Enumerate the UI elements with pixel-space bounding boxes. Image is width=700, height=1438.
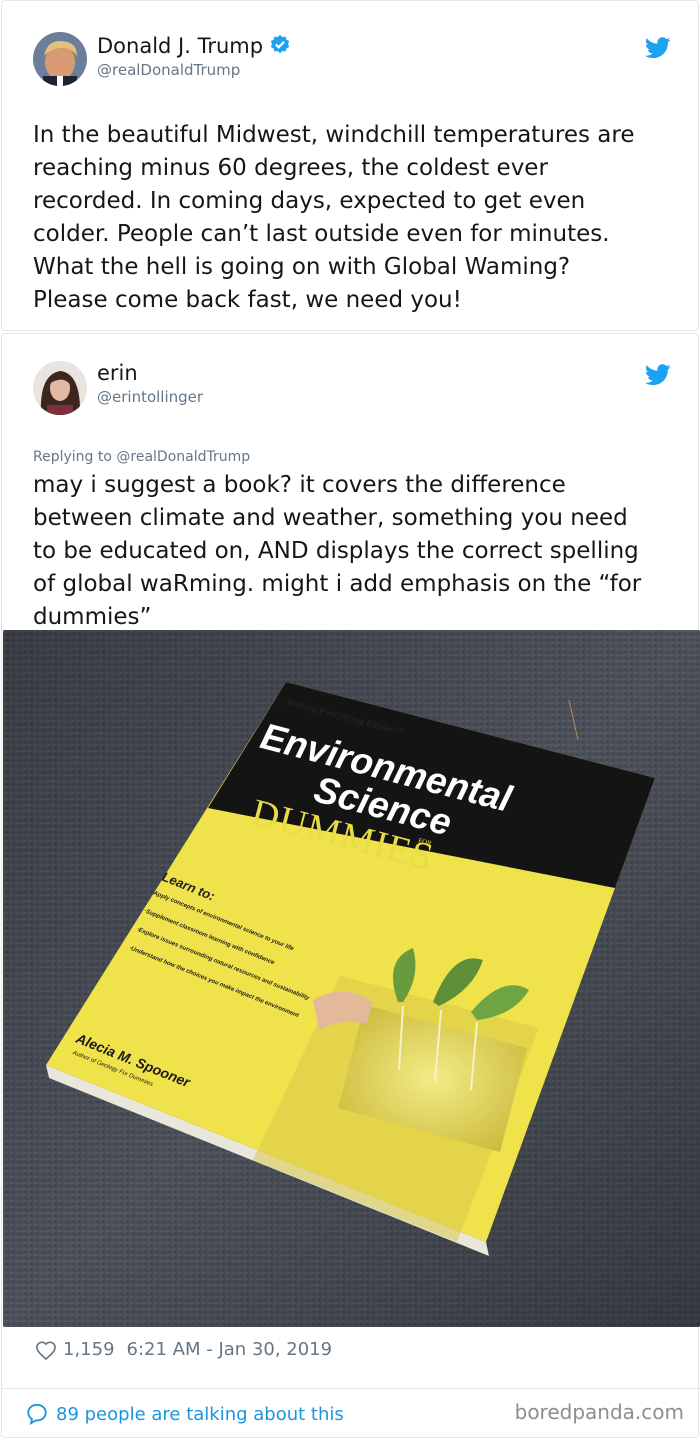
talking-about-link[interactable]: 89 people are talking about this: [26, 1403, 344, 1425]
twitter-bird-icon[interactable]: [644, 37, 671, 59]
handle[interactable]: @erintollinger: [97, 388, 203, 406]
tweet-photo-book[interactable]: Making Everything Easier!™ Environmental…: [3, 630, 700, 1327]
speech-bubble-icon: [26, 1403, 48, 1425]
tweet-card-erin: erin @erintollinger Replying to @realDon…: [1, 333, 700, 1438]
replying-to[interactable]: Replying to @realDonaldTrump: [33, 449, 250, 465]
divider: [2, 1388, 700, 1389]
tweet-meta-row: 1,159 6:21 AM - Jan 30, 2019: [35, 1339, 332, 1360]
tweet-text: In the beautiful Midwest, windchill temp…: [33, 122, 635, 313]
display-name[interactable]: erin: [97, 361, 138, 385]
handle[interactable]: @realDonaldTrump: [97, 61, 240, 79]
like-heart-icon[interactable]: [35, 1340, 57, 1360]
display-name[interactable]: Donald J. Trump: [97, 34, 291, 61]
avatar-erin[interactable]: [33, 361, 87, 415]
tweet-text: may i suggest a book? it covers the diff…: [33, 472, 642, 630]
twitter-bird-icon[interactable]: [644, 364, 671, 386]
avatar-trump[interactable]: [33, 32, 87, 86]
timestamp[interactable]: 6:21 AM - Jan 30, 2019: [127, 1339, 333, 1360]
verified-badge-icon: [269, 34, 291, 61]
like-count[interactable]: 1,159: [63, 1339, 115, 1360]
boredpanda-watermark: boredpanda.com: [514, 1400, 684, 1424]
talking-about-text: 89 people are talking about this: [56, 1403, 344, 1425]
tweet-card-trump: Donald J. Trump @realDonaldTrump In the …: [1, 0, 699, 331]
display-name-text: Donald J. Trump: [97, 34, 264, 58]
